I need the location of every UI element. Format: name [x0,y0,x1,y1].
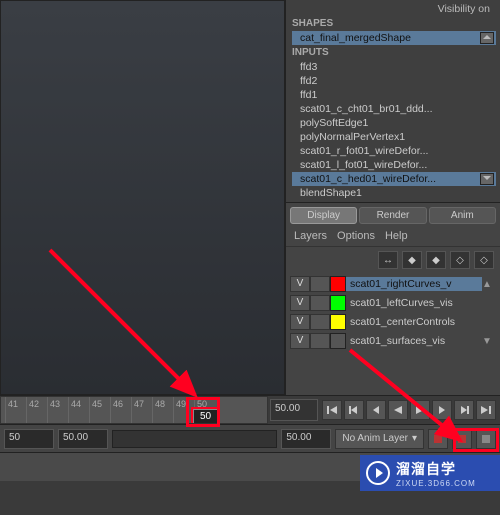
shape-item[interactable]: cat_final_mergedShape [292,31,496,45]
inputs-section-header: INPUTS [292,45,496,60]
display-tabs: Display Render Anim [286,205,500,226]
layer-color-swatch[interactable] [330,295,346,311]
range-start-inner[interactable]: 50.00 [58,429,108,449]
input-item[interactable]: ffd1 [292,88,496,102]
layer-playback-toggle[interactable] [310,314,330,330]
step-back-key-button[interactable] [344,400,364,420]
time-tick: 49 [173,397,186,423]
watermark-subtitle: ZIXUE.3D66.COM [396,479,476,488]
input-item-label: scat01_c_hed01_wireDefor... [300,173,436,185]
input-item[interactable]: scat01_l_fot01_wireDefor... [292,158,496,172]
input-item[interactable]: blendShape1 [292,186,496,200]
step-forward-button[interactable] [432,400,452,420]
input-item[interactable]: polyNormalPerVertex1 [292,130,496,144]
play-back-button[interactable] [388,400,408,420]
input-item[interactable]: scat01_r_fot01_wireDefor... [292,144,496,158]
layer-icon-row: ↔ ◆ ◆ ◇ ◇ [286,247,500,273]
time-tick: 41 [5,397,18,423]
shape-item-label: cat_final_mergedShape [300,32,411,44]
current-frame-field[interactable]: 50 [193,409,218,424]
input-item[interactable]: ffd3 [292,60,496,74]
layer-name[interactable]: scat01_leftCurves_vis [346,296,496,310]
anim-layer-label: No Anim Layer [342,433,408,444]
anim-layer-dropdown[interactable]: No Anim Layer ▾ [335,429,424,449]
layer-row[interactable]: V scat01_leftCurves_vis [290,294,496,312]
time-tick: 47 [131,397,144,423]
range-end-inner[interactable]: 50.00 [281,429,331,449]
menu-layers[interactable]: Layers [294,230,327,242]
playback-controls [318,400,500,420]
layer-playback-toggle[interactable] [310,333,330,349]
layer-editor: Display Render Anim Layers Options Help … [286,202,500,355]
layer-color-swatch[interactable] [330,276,346,292]
input-item[interactable]: scat01_c_hed01_wireDefor... [292,172,496,186]
layer-playback-toggle[interactable] [310,295,330,311]
time-ruler[interactable]: 41 42 43 44 45 46 47 48 49 50 50 [0,396,268,424]
watermark-title: 溜溜自学 [396,459,476,479]
layer-name[interactable]: scat01_centerControls [346,315,496,329]
range-start-outer[interactable]: 50 [4,429,54,449]
input-item[interactable]: polySoftEdge1 [292,116,496,130]
layer-name[interactable]: scat01_surfaces_vis [346,334,482,348]
timeline: 41 42 43 44 45 46 47 48 49 50 50 50.00 [0,395,500,425]
time-tick: 45 [89,397,102,423]
step-forward-key-button[interactable] [454,400,474,420]
go-to-start-button[interactable] [322,400,342,420]
set-key-button[interactable] [428,429,448,449]
triangle-down-icon[interactable]: ▼ [482,336,496,347]
viewport-3d[interactable] [0,0,285,395]
anim-prefs-button[interactable] [476,429,496,449]
layer-visible-toggle[interactable]: V [290,314,310,330]
layer-color-swatch[interactable] [330,333,346,349]
watermark-logo-icon [366,461,390,485]
end-frame-field[interactable]: 50.00 [270,399,318,421]
step-back-button[interactable] [366,400,386,420]
attribute-editor-panel: Visibility on SHAPES cat_final_mergedSha… [285,0,500,395]
scroll-down-icon[interactable] [480,173,494,185]
layer-icon-new-1[interactable]: ◇ [450,251,470,269]
layers-list: V scat01_rightCurves_v ▲ V scat01_leftCu… [286,273,500,353]
time-tick: 42 [26,397,39,423]
layer-color-swatch[interactable] [330,314,346,330]
go-to-end-button[interactable] [476,400,496,420]
layer-icon-move[interactable]: ↔ [378,251,398,269]
layer-icon-stack-1[interactable]: ◆ [402,251,422,269]
tab-display[interactable]: Display [290,207,357,224]
input-item[interactable]: ffd2 [292,74,496,88]
triangle-up-icon[interactable]: ▲ [482,279,496,290]
layer-row[interactable]: V scat01_surfaces_vis ▼ [290,332,496,350]
tab-render[interactable]: Render [359,207,426,224]
time-tick: 44 [68,397,81,423]
attribute-list: Visibility on SHAPES cat_final_mergedSha… [286,0,500,202]
layer-visible-toggle[interactable]: V [290,276,310,292]
range-slider[interactable] [112,430,277,448]
layer-row[interactable]: V scat01_rightCurves_v ▲ [290,275,496,293]
layer-icon-new-2[interactable]: ◇ [474,251,494,269]
menu-help[interactable]: Help [385,230,408,242]
chevron-down-icon: ▾ [412,433,417,444]
scroll-up-icon[interactable] [480,32,494,44]
input-item[interactable]: scat01_c_cht01_br01_ddd... [292,102,496,116]
layer-visible-toggle[interactable]: V [290,295,310,311]
range-slider-row: 50 50.00 50.00 No Anim Layer ▾ [0,425,500,453]
shapes-section-header: SHAPES [292,16,496,31]
play-forward-button[interactable] [410,400,430,420]
time-tick: 48 [152,397,165,423]
time-tick: 46 [110,397,123,423]
time-tick: 43 [47,397,60,423]
watermark: 溜溜自学 ZIXUE.3D66.COM [360,455,500,491]
layer-playback-toggle[interactable] [310,276,330,292]
layer-name[interactable]: scat01_rightCurves_v [346,277,482,291]
layer-row[interactable]: V scat01_centerControls [290,313,496,331]
visibility-attribute[interactable]: Visibility on [292,2,496,16]
layer-menu-bar: Layers Options Help [286,226,500,247]
layer-visible-toggle[interactable]: V [290,333,310,349]
auto-key-button[interactable] [452,429,472,449]
tab-anim[interactable]: Anim [429,207,496,224]
layer-icon-stack-2[interactable]: ◆ [426,251,446,269]
menu-options[interactable]: Options [337,230,375,242]
